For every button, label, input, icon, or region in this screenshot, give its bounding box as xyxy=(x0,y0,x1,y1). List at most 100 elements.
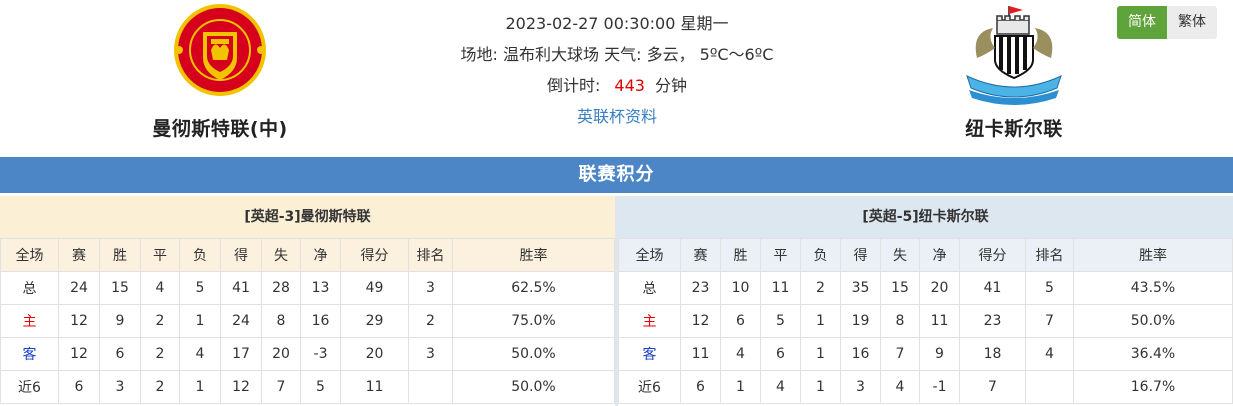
table-cell: 6 xyxy=(680,370,721,404)
table-cell: 41 xyxy=(220,271,262,305)
language-switch: 简体 繁体 xyxy=(1117,6,1217,39)
table-cell: 2 xyxy=(408,304,453,338)
table-cell: 1 xyxy=(800,337,841,371)
column-header: 净 xyxy=(300,238,341,272)
row-label: 总 xyxy=(618,271,681,305)
column-header: 全场 xyxy=(0,238,59,272)
row-label: 客 xyxy=(0,337,59,371)
home-standings-caption: [英超-3]曼彻斯特联 xyxy=(0,196,615,238)
table-cell: 43.5% xyxy=(1073,271,1233,305)
table-cell: 6 xyxy=(99,337,141,371)
table-cell: 5 xyxy=(1025,271,1074,305)
column-header: 平 xyxy=(760,238,801,272)
table-cell: 10 xyxy=(720,271,761,305)
table-cell: 8 xyxy=(880,304,920,338)
column-header: 胜 xyxy=(720,238,761,272)
table-cell: 5 xyxy=(760,304,801,338)
table-cell: -3 xyxy=(300,337,341,371)
cup-info-link[interactable]: 英联杯资料 xyxy=(577,107,657,126)
column-header: 净 xyxy=(919,238,960,272)
table-cell: 17 xyxy=(220,337,262,371)
table-row: 主 12 6 5 1 19 8 11 23 7 50.0% xyxy=(618,304,1233,338)
column-header: 胜 xyxy=(99,238,141,272)
column-header: 得 xyxy=(840,238,881,272)
table-cell: 1 xyxy=(800,370,841,404)
countdown-value: 443 xyxy=(614,76,645,95)
column-header: 胜率 xyxy=(1073,238,1233,272)
table-cell: 9 xyxy=(919,337,960,371)
row-label: 总 xyxy=(0,271,59,305)
table-cell: 12 xyxy=(58,304,100,338)
table-cell: 13 xyxy=(300,271,341,305)
table-cell: 29 xyxy=(340,304,409,338)
away-standings-caption: [英超-5]纽卡斯尔联 xyxy=(618,196,1233,238)
table-cell: 35 xyxy=(840,271,881,305)
table-cell: 20 xyxy=(261,337,301,371)
table-cell: 3 xyxy=(408,337,453,371)
table-header-row: 全场 赛 胜 平 负 得 失 净 得分 排名 胜率 xyxy=(0,238,615,272)
row-label: 主 xyxy=(0,304,59,338)
table-cell: 20 xyxy=(919,271,960,305)
column-header: 赛 xyxy=(680,238,721,272)
table-row: 近6 6 1 4 1 3 4 -1 7 16.7% xyxy=(618,370,1233,404)
table-cell: 12 xyxy=(58,337,100,371)
column-header: 失 xyxy=(261,238,301,272)
column-header: 排名 xyxy=(1025,238,1074,272)
table-row: 总 24 15 4 5 41 28 13 49 3 62.5% xyxy=(0,271,615,305)
table-row: 客 11 4 6 1 16 7 9 18 4 36.4% xyxy=(618,337,1233,371)
table-cell xyxy=(1025,370,1074,404)
table-cell: 16.7% xyxy=(1073,370,1233,404)
table-cell: 11 xyxy=(760,271,801,305)
table-cell: 16 xyxy=(300,304,341,338)
home-standings-table: 全场 赛 胜 平 负 得 失 净 得分 排名 胜率 总 24 15 4 5 41 xyxy=(0,238,615,404)
home-standings-panel: [英超-3]曼彻斯特联 全场 赛 胜 平 负 得 失 净 得分 排名 胜率 总 xyxy=(0,196,615,406)
table-cell: 16 xyxy=(840,337,881,371)
table-cell: 1 xyxy=(179,370,221,404)
traditional-chinese-button[interactable]: 繁体 xyxy=(1167,6,1217,39)
table-cell: 28 xyxy=(261,271,301,305)
table-cell: 41 xyxy=(959,271,1026,305)
table-cell: 9 xyxy=(99,304,141,338)
home-team-name: 曼彻斯特联(中) xyxy=(152,118,288,140)
venue-weather: 场地: 温布利大球场 天气: 多云， 5ºC～6ºC xyxy=(460,45,774,64)
table-cell: 5 xyxy=(300,370,341,404)
row-label: 近6 xyxy=(618,370,681,404)
simplified-chinese-button[interactable]: 简体 xyxy=(1117,6,1167,39)
manchester-united-crest-icon xyxy=(174,4,266,96)
column-header: 赛 xyxy=(58,238,100,272)
table-cell: 15 xyxy=(99,271,141,305)
countdown-label: 倒计时: xyxy=(547,76,601,95)
table-cell: 3 xyxy=(840,370,881,404)
table-cell: 4 xyxy=(880,370,920,404)
table-cell: 23 xyxy=(680,271,721,305)
countdown: 倒计时: 443 分钟 xyxy=(417,70,817,101)
table-cell: 3 xyxy=(408,271,453,305)
table-cell: 4 xyxy=(179,337,221,371)
table-cell: 2 xyxy=(140,370,180,404)
table-cell: 50.0% xyxy=(452,370,615,404)
home-team-block[interactable]: 曼彻斯特联(中) xyxy=(100,0,340,141)
table-cell: 2 xyxy=(140,304,180,338)
table-cell: 7 xyxy=(1025,304,1074,338)
table-cell: 62.5% xyxy=(452,271,615,305)
table-cell: 5 xyxy=(179,271,221,305)
table-cell: 15 xyxy=(880,271,920,305)
table-cell: 50.0% xyxy=(1073,304,1233,338)
match-header: 曼彻斯特联(中) 2023-02-27 00:30:00 星期一 场地: 温布利… xyxy=(0,0,1233,157)
table-row: 主 12 9 2 1 24 8 16 29 2 75.0% xyxy=(0,304,615,338)
column-header: 得 xyxy=(220,238,262,272)
table-cell: 1 xyxy=(720,370,761,404)
table-cell: 1 xyxy=(800,304,841,338)
row-label: 主 xyxy=(618,304,681,338)
standings-title: 联赛积分 xyxy=(0,157,1233,193)
table-cell: 8 xyxy=(261,304,301,338)
table-header-row: 全场 赛 胜 平 负 得 失 净 得分 排名 胜率 xyxy=(618,238,1233,272)
column-header: 平 xyxy=(140,238,180,272)
away-standings-panel: [英超-5]纽卡斯尔联 全场 赛 胜 平 负 得 失 净 得分 排名 胜率 总 xyxy=(618,196,1233,406)
table-cell: 2 xyxy=(140,337,180,371)
away-standings-table: 全场 赛 胜 平 负 得 失 净 得分 排名 胜率 总 23 10 11 2 3… xyxy=(618,238,1233,404)
away-team-block[interactable]: 纽卡斯尔联 xyxy=(894,0,1134,141)
table-cell: 4 xyxy=(760,370,801,404)
column-header: 得分 xyxy=(340,238,409,272)
table-cell: 11 xyxy=(340,370,409,404)
